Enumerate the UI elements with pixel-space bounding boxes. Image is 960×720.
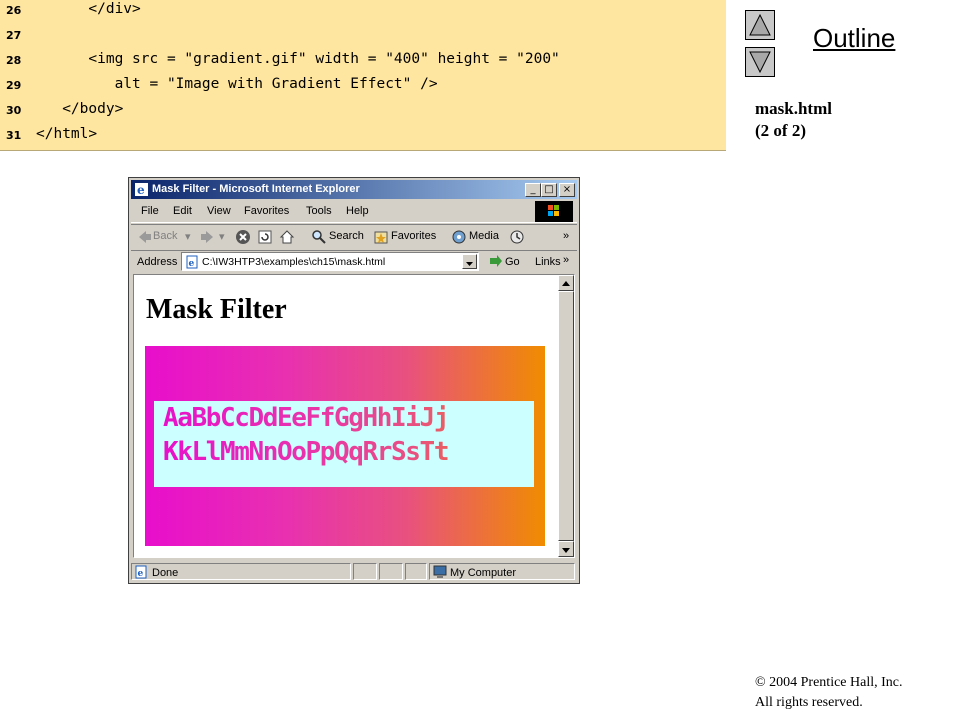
code-text: </body> xyxy=(36,101,124,117)
slide-title-file: mask.html xyxy=(755,99,832,118)
browser-window: e Mask Filter - Microsoft Internet Explo… xyxy=(128,177,580,584)
refresh-icon[interactable] xyxy=(257,229,273,245)
address-label: Address xyxy=(137,256,178,268)
window-title: Mask Filter - Microsoft Internet Explore… xyxy=(152,183,360,195)
menu-tools[interactable]: Tools xyxy=(306,205,332,217)
forward-dropdown-icon[interactable]: ▾ xyxy=(219,230,225,243)
code-line: 29 alt = "Image with Gradient Effect" /> xyxy=(0,75,726,100)
title-bar[interactable]: e Mask Filter - Microsoft Internet Explo… xyxy=(131,180,577,199)
back-arrow-icon[interactable] xyxy=(137,229,153,245)
go-arrow-icon[interactable] xyxy=(487,254,503,270)
scroll-down-button[interactable] xyxy=(558,541,574,557)
back-dropdown-icon[interactable]: ▾ xyxy=(185,230,191,243)
code-text: </html> xyxy=(36,126,98,142)
standard-toolbar: Back ▾ ▾ Search Favorites Media » xyxy=(131,224,577,249)
code-text: </div> xyxy=(36,1,141,17)
status-pane xyxy=(379,563,403,580)
line-number: 31 xyxy=(6,129,22,142)
line-number: 30 xyxy=(6,104,22,117)
arrow-up-icon xyxy=(562,281,570,286)
forward-arrow-icon[interactable] xyxy=(199,229,215,245)
status-text: Done xyxy=(152,567,179,579)
code-listing: 26 </div> 27 28 <img src = "gradient.gif… xyxy=(0,0,726,151)
my-computer-icon xyxy=(433,565,447,578)
menu-file[interactable]: File xyxy=(141,205,159,217)
arrow-down-icon xyxy=(562,548,570,553)
status-bar: e Done My Computer xyxy=(131,562,577,581)
windows-logo xyxy=(535,201,573,222)
status-pane xyxy=(353,563,377,580)
links-button[interactable]: Links xyxy=(535,256,561,268)
page-icon: e xyxy=(186,255,198,269)
address-dropdown-button[interactable] xyxy=(462,254,477,269)
previous-slide-button[interactable] xyxy=(745,10,775,40)
go-button[interactable]: Go xyxy=(505,256,520,268)
maximize-button[interactable]: □ xyxy=(541,183,557,197)
copyright-notice: © 2004 Prentice Hall, Inc. All rights re… xyxy=(755,673,903,713)
gradient-image: AaBbCcDdEeFfGgHhIiJj KkLlMmNnOoPpQqRrSsT… xyxy=(145,346,545,546)
outline-link[interactable]: Outline xyxy=(813,23,895,54)
scroll-up-button[interactable] xyxy=(558,275,574,291)
vertical-scrollbar[interactable] xyxy=(558,275,574,557)
close-button[interactable]: × xyxy=(559,183,575,197)
code-line: 26 </div> xyxy=(0,0,726,25)
windows-flag-icon xyxy=(548,205,559,216)
home-icon[interactable] xyxy=(279,229,295,245)
page-heading: Mask Filter xyxy=(146,294,287,325)
line-number: 27 xyxy=(6,29,22,42)
svg-text:e: e xyxy=(138,569,144,579)
code-line: 31 </html> xyxy=(0,125,726,150)
scroll-thumb[interactable] xyxy=(558,291,574,541)
code-text: <img src = "gradient.gif" width = "400" … xyxy=(36,51,560,67)
media-button[interactable]: Media xyxy=(469,230,499,242)
code-line: 28 <img src = "gradient.gif" width = "40… xyxy=(0,50,726,75)
stop-icon[interactable] xyxy=(235,229,251,245)
copyright-line: © 2004 Prentice Hall, Inc. xyxy=(755,675,903,690)
code-line: 27 xyxy=(0,25,726,50)
menu-help[interactable]: Help xyxy=(346,205,369,217)
slide-title: mask.html (2 of 2) xyxy=(755,98,832,142)
mask-filter-text: AaBbCcDdEeFfGgHhIiJj KkLlMmNnOoPpQqRrSsT… xyxy=(154,401,534,487)
code-line: 30 </body> xyxy=(0,100,726,125)
line-number: 26 xyxy=(6,4,22,17)
history-icon[interactable] xyxy=(509,229,525,245)
menu-bar: File Edit View Favorites Tools Help xyxy=(131,201,577,223)
mask-text-line: KkLlMmNnOoPpQqRrSsTt xyxy=(163,437,449,467)
search-button[interactable]: Search xyxy=(329,230,364,242)
address-bar: Address e C:\IW3HTP3\examples\ch15\mask.… xyxy=(131,250,577,273)
favorites-icon[interactable] xyxy=(373,229,389,245)
zone-text: My Computer xyxy=(450,567,517,579)
page-content: Mask Filter AaBbCcDdEeFfGgHhIiJj KkLlMmN… xyxy=(133,274,575,558)
favorites-button[interactable]: Favorites xyxy=(391,230,436,242)
page-icon: e xyxy=(135,565,147,579)
line-number: 28 xyxy=(6,54,22,67)
media-icon[interactable] xyxy=(451,229,467,245)
code-text: alt = "Image with Gradient Effect" /> xyxy=(36,76,438,92)
status-main: e Done xyxy=(131,563,351,580)
svg-text:e: e xyxy=(137,183,145,197)
minimize-button[interactable]: _ xyxy=(525,183,541,197)
back-button[interactable]: Back xyxy=(153,230,177,242)
links-more[interactable]: » xyxy=(563,254,569,266)
line-number: 29 xyxy=(6,79,22,92)
svg-text:e: e xyxy=(189,259,195,269)
slide-title-part: (2 of 2) xyxy=(755,121,806,140)
search-icon[interactable] xyxy=(311,229,327,245)
chevron-down-icon xyxy=(466,262,473,266)
triangle-up-icon xyxy=(749,13,771,36)
mask-text-line: AaBbCcDdEeFfGgHhIiJj xyxy=(163,403,449,433)
status-pane xyxy=(405,563,427,580)
next-slide-button[interactable] xyxy=(745,47,775,77)
menu-view[interactable]: View xyxy=(207,205,231,217)
status-zone: My Computer xyxy=(429,563,575,580)
address-value: C:\IW3HTP3\examples\ch15\mask.html xyxy=(202,256,386,268)
rights-line: All rights reserved. xyxy=(755,695,863,710)
ie-logo-icon: e xyxy=(135,183,148,197)
triangle-down-icon xyxy=(749,51,771,74)
menu-edit[interactable]: Edit xyxy=(173,205,192,217)
menu-favorites[interactable]: Favorites xyxy=(244,205,289,217)
toolbar-more[interactable]: » xyxy=(563,230,569,242)
address-input[interactable]: e C:\IW3HTP3\examples\ch15\mask.html xyxy=(181,252,479,271)
